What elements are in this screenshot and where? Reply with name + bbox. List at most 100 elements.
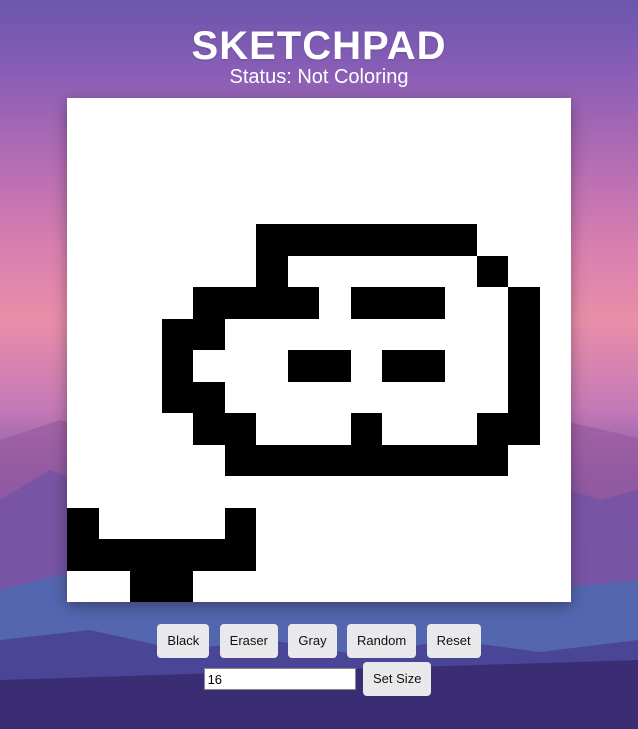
grid-cell[interactable] [225, 382, 257, 414]
grid-cell[interactable] [508, 381, 540, 413]
grid-cell[interactable] [445, 350, 477, 382]
grid-cell[interactable] [225, 256, 257, 288]
grid-cell[interactable] [256, 193, 288, 225]
grid-cell[interactable] [540, 350, 572, 382]
grid-cell[interactable] [319, 193, 351, 225]
grid-cell[interactable] [382, 413, 414, 445]
grid-cell[interactable] [413, 350, 445, 382]
reset-button[interactable]: Reset [426, 624, 481, 658]
grid-cell[interactable] [256, 255, 288, 287]
grid-cell[interactable] [413, 224, 445, 256]
grid-cell[interactable] [445, 382, 477, 414]
grid-cell[interactable] [477, 130, 509, 162]
grid-cell[interactable] [414, 508, 446, 540]
set-size-button[interactable]: Set Size [363, 662, 432, 696]
grid-cell[interactable] [319, 130, 351, 162]
grid-cell[interactable] [67, 98, 99, 130]
grid-cell[interactable] [162, 256, 194, 288]
grid-cell[interactable] [162, 161, 194, 193]
grid-cell[interactable] [256, 539, 288, 571]
grid-cell[interactable] [225, 319, 257, 351]
grid-cell[interactable] [350, 413, 382, 445]
grid-cell[interactable] [256, 571, 288, 603]
grid-cell[interactable] [67, 224, 99, 256]
grid-cell[interactable] [67, 161, 99, 193]
grid-cell[interactable] [508, 256, 540, 288]
grid-cell[interactable] [351, 350, 383, 382]
grid-cell[interactable] [67, 413, 99, 445]
grid-cell[interactable] [540, 224, 572, 256]
grid-cell[interactable] [162, 224, 194, 256]
grid-cell[interactable] [287, 287, 319, 319]
grid-cell[interactable] [224, 539, 256, 571]
grid-cell[interactable] [351, 508, 383, 540]
grid-cell[interactable] [540, 161, 572, 193]
grid-cell[interactable] [288, 319, 320, 351]
grid-cell[interactable] [477, 161, 509, 193]
grid-cell[interactable] [351, 256, 383, 288]
grid-cell[interactable] [477, 539, 509, 571]
grid-cell[interactable] [67, 130, 99, 162]
grid-cell[interactable] [67, 350, 99, 382]
grid-cell[interactable] [193, 161, 225, 193]
grid-cell[interactable] [130, 413, 162, 445]
grid-cell[interactable] [225, 193, 257, 225]
grid-cell[interactable] [319, 319, 351, 351]
grid-cell[interactable] [99, 476, 131, 508]
grid-cell[interactable] [193, 381, 225, 413]
grid-cell[interactable] [319, 444, 351, 476]
grid-cell[interactable] [98, 539, 130, 571]
grid-cell[interactable] [99, 98, 131, 130]
grid-cell[interactable] [477, 319, 509, 351]
grid-cell[interactable] [476, 255, 508, 287]
grid-cell[interactable] [445, 224, 477, 256]
grid-cell[interactable] [351, 476, 383, 508]
grid-cell[interactable] [319, 539, 351, 571]
grid-cell[interactable] [382, 193, 414, 225]
grid-cell[interactable] [508, 350, 540, 382]
grid-cell[interactable] [382, 382, 414, 414]
grid-cell[interactable] [351, 161, 383, 193]
grid-cell[interactable] [445, 571, 477, 603]
grid-cell[interactable] [99, 445, 131, 477]
grid-cell[interactable] [99, 161, 131, 193]
grid-cell[interactable] [67, 287, 99, 319]
grid-cell[interactable] [256, 98, 288, 130]
grid-cell[interactable] [319, 350, 351, 382]
grid-cell[interactable] [225, 571, 257, 603]
grid-cell[interactable] [193, 224, 225, 256]
grid-cell[interactable] [193, 193, 225, 225]
grid-cell[interactable] [414, 98, 446, 130]
grid-cell[interactable] [508, 98, 540, 130]
grid-cell[interactable] [130, 193, 162, 225]
grid-cell[interactable] [540, 319, 572, 351]
grid-cell[interactable] [319, 287, 351, 319]
grid-cell[interactable] [508, 287, 540, 319]
grid-cell[interactable] [445, 287, 477, 319]
grid-cell[interactable] [256, 319, 288, 351]
grid-cell[interactable] [67, 445, 99, 477]
grid-cell[interactable] [256, 476, 288, 508]
grid-cell[interactable] [382, 571, 414, 603]
grid-cell[interactable] [414, 193, 446, 225]
grid-cell[interactable] [130, 508, 162, 540]
grid-cell[interactable] [319, 98, 351, 130]
grid-cell[interactable] [382, 476, 414, 508]
grid-cell[interactable] [193, 318, 225, 350]
grid-cell[interactable] [67, 571, 99, 603]
grid-cell[interactable] [351, 382, 383, 414]
grid-cell[interactable] [99, 287, 131, 319]
grid-cell[interactable] [540, 256, 572, 288]
grid-cell[interactable] [288, 98, 320, 130]
grid-cell[interactable] [193, 508, 225, 540]
grid-cell[interactable] [414, 256, 446, 288]
grid-cell[interactable] [193, 413, 225, 445]
grid-cell[interactable] [130, 476, 162, 508]
grid-cell[interactable] [130, 570, 162, 602]
grid-cell[interactable] [162, 287, 194, 319]
grid-cell[interactable] [540, 413, 572, 445]
grid-cell[interactable] [540, 571, 572, 603]
grid-cell[interactable] [225, 130, 257, 162]
grid-cell[interactable] [225, 476, 257, 508]
grid-cell[interactable] [193, 130, 225, 162]
